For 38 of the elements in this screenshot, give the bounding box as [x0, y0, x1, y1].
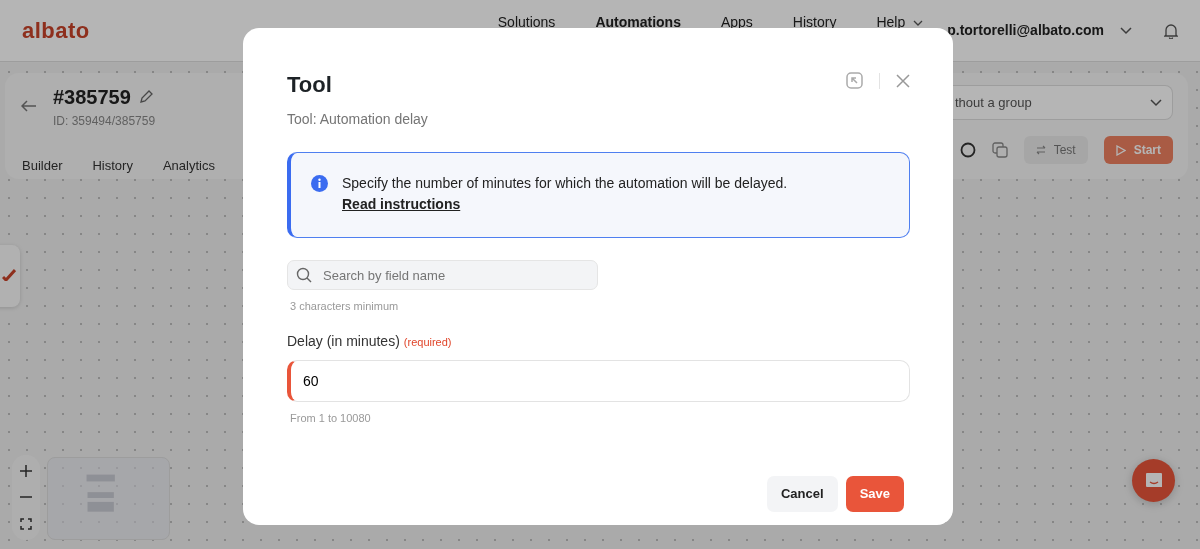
- chevron-down-icon[interactable]: [1120, 26, 1132, 35]
- search-hint: 3 characters minimum: [289, 299, 400, 314]
- chat-button[interactable]: [1132, 459, 1175, 502]
- collapse-icon[interactable]: [846, 72, 863, 89]
- chevron-down-icon: [913, 19, 924, 26]
- bell-icon[interactable]: [1164, 22, 1178, 39]
- chevron-down-icon: [1150, 98, 1162, 107]
- info-text: Specify the number of minutes for which the automation will be delayed. Read instructions: [342, 174, 789, 214]
- required-label: (required): [403, 334, 452, 350]
- pencil-icon[interactable]: [138, 90, 153, 104]
- dialog-title: Tool: [287, 71, 333, 99]
- search-field[interactable]: Search by field name: [287, 260, 598, 290]
- zoom-in-icon[interactable]: [20, 464, 32, 477]
- info-icon: [311, 175, 328, 192]
- user-email[interactable]: p.tortorelli@albato.com: [947, 20, 1104, 41]
- fullscreen-icon[interactable]: [20, 518, 32, 531]
- back-arrow-icon[interactable]: [21, 100, 37, 112]
- swap-icon: [1035, 145, 1046, 155]
- tab[interactable]: Analytics: [162, 156, 215, 176]
- group-dropdown[interactable]: thout a group: [951, 85, 1173, 120]
- automation-title: #385759: [53, 85, 131, 110]
- dialog-subtitle: Tool: Automation delay: [287, 110, 428, 129]
- tab[interactable]: History: [92, 156, 133, 176]
- field-hint: From 1 to 10080: [289, 410, 372, 426]
- save-button[interactable]: Save: [845, 476, 904, 512]
- delay-input[interactable]: 60: [287, 359, 910, 402]
- nav-link[interactable]: Help: [876, 12, 924, 33]
- cancel-button[interactable]: Cancel: [767, 476, 838, 512]
- instructions-link[interactable]: Read instructions: [342, 196, 461, 212]
- field-label: Delay (in minutes): [287, 331, 400, 351]
- logo[interactable]: albato: [22, 14, 90, 47]
- check-icon: [2, 269, 16, 281]
- automation-id: ID: 359494/385759: [53, 113, 156, 130]
- copy-icon[interactable]: [991, 142, 1008, 158]
- play-icon: [1115, 144, 1126, 156]
- close-icon[interactable]: [896, 73, 910, 88]
- zoom-out-icon[interactable]: [20, 496, 32, 499]
- tab[interactable]: Builder: [22, 156, 63, 176]
